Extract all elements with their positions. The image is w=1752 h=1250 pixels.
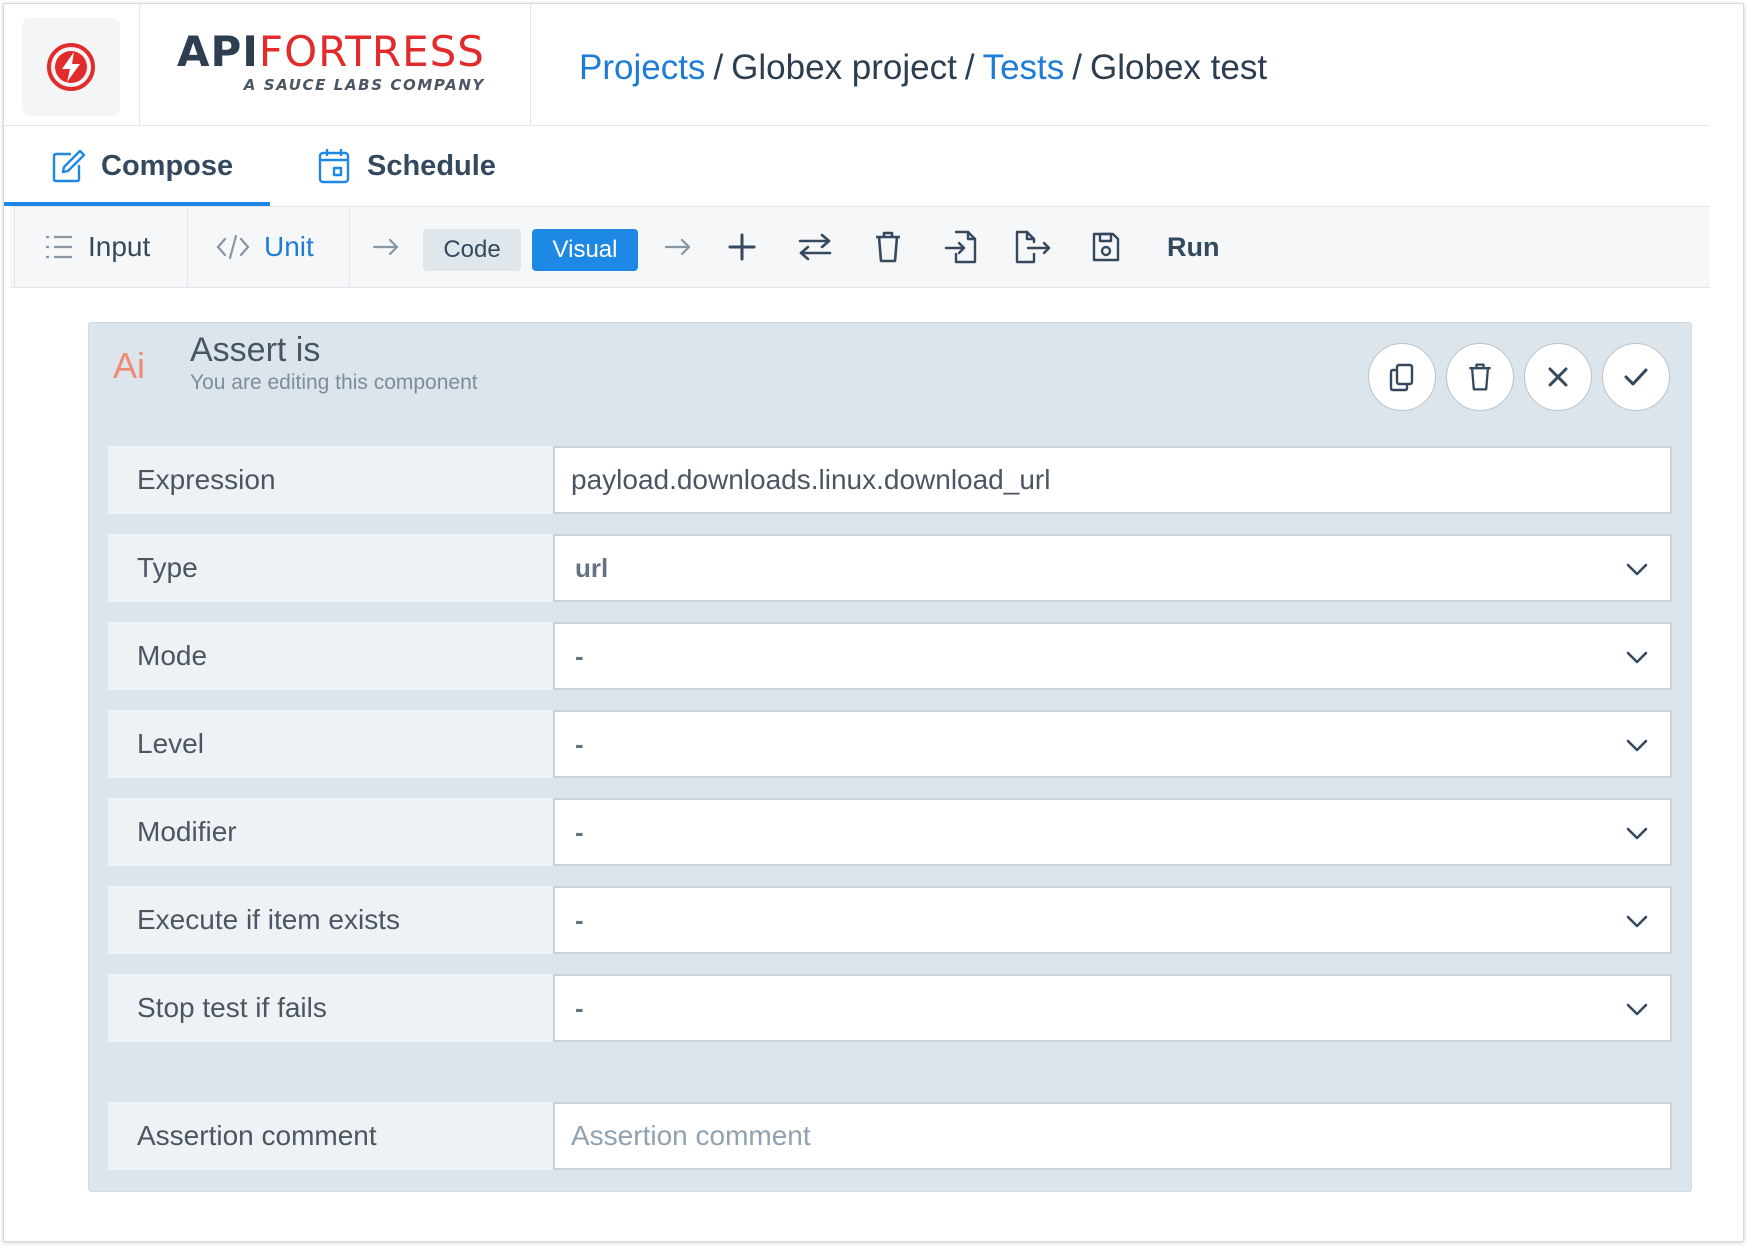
close-icon	[1548, 367, 1568, 387]
code-mode-button[interactable]: Code	[423, 229, 521, 271]
export-icon[interactable]	[1013, 227, 1053, 267]
breadcrumb: Projects / Globex project / Tests / Globex tes…	[579, 46, 1267, 90]
select-value: -	[575, 992, 584, 1023]
logo-icon	[47, 43, 95, 91]
breadcrumb-separator: /	[713, 48, 724, 87]
tab-compose-label: Compose	[101, 149, 234, 182]
code-icon	[216, 234, 250, 260]
brand-tagline: A SAUCE LABS COMPANY	[243, 76, 485, 94]
arrow-right-icon	[366, 227, 406, 267]
breadcrumb-tests[interactable]: Tests	[983, 48, 1065, 87]
unit-button[interactable]: Unit	[216, 207, 314, 287]
input-label: Input	[88, 231, 151, 262]
breadcrumb-test: Globex test	[1090, 48, 1268, 87]
component-editor: Ai Assert is You are editing this compon…	[88, 322, 1692, 1192]
modifier-select[interactable]: -	[553, 798, 1672, 866]
arrow-right-icon	[658, 227, 698, 267]
brand-name-fortress: FORTRESS	[258, 27, 485, 76]
field-execute-if-exists: Execute if item exists -	[108, 886, 1672, 954]
run-button[interactable]: Run	[1167, 207, 1219, 287]
unit-label: Unit	[264, 231, 314, 262]
confirm-button[interactable]	[1602, 343, 1670, 411]
brand-logo: APIFORTRESS A SAUCE LABS COMPANY	[177, 30, 485, 95]
mode-select[interactable]: -	[553, 622, 1672, 690]
field-level: Level -	[108, 710, 1672, 778]
app-window: APIFORTRESS A SAUCE LABS COMPANY Project…	[3, 3, 1744, 1242]
assert-component-icon: Ai	[113, 345, 146, 386]
type-select[interactable]: url	[553, 534, 1672, 602]
select-value: -	[575, 816, 584, 847]
delete-button[interactable]	[1446, 343, 1514, 411]
toolbar-divider	[187, 207, 188, 287]
breadcrumb-projects[interactable]: Projects	[579, 48, 705, 87]
chevron-down-icon	[1626, 1003, 1648, 1016]
visual-mode-button[interactable]: Visual	[532, 229, 638, 271]
cancel-button[interactable]	[1524, 343, 1592, 411]
field-label: Stop test if fails	[108, 974, 553, 1042]
field-label: Type	[108, 534, 553, 602]
edit-icon	[52, 149, 85, 183]
add-icon[interactable]	[722, 227, 762, 267]
check-icon	[1624, 368, 1648, 386]
chevron-down-icon	[1626, 739, 1648, 752]
field-label: Assertion comment	[108, 1102, 553, 1170]
toolbar-divider	[14, 207, 15, 287]
input-button[interactable]: Input	[44, 207, 150, 287]
component-title: Assert is	[190, 331, 321, 369]
select-value: url	[575, 552, 609, 583]
field-modifier: Modifier -	[108, 798, 1672, 866]
toolbar-divider	[349, 207, 350, 287]
select-value: -	[575, 904, 584, 935]
trash-icon[interactable]	[868, 227, 908, 267]
header: APIFORTRESS A SAUCE LABS COMPANY Project…	[4, 4, 1710, 126]
level-select[interactable]: -	[553, 710, 1672, 778]
field-label: Execute if item exists	[108, 886, 553, 954]
tab-bar: Compose Schedule	[4, 126, 1710, 206]
logo-tile[interactable]	[22, 18, 120, 116]
tab-schedule[interactable]: Schedule	[317, 126, 496, 206]
select-value: -	[575, 728, 584, 759]
field-expression: Expression payload.downloads.linux.downl…	[108, 446, 1672, 514]
field-label: Level	[108, 710, 553, 778]
swap-icon[interactable]	[795, 227, 835, 267]
assertion-comment-placeholder: Assertion comment	[571, 1120, 811, 1151]
assertion-comment-input[interactable]: Assertion comment	[553, 1102, 1672, 1170]
chevron-down-icon	[1626, 915, 1648, 928]
execute-if-exists-select[interactable]: -	[553, 886, 1672, 954]
breadcrumb-separator: /	[1072, 48, 1083, 87]
breadcrumb-project: Globex project	[731, 48, 957, 87]
breadcrumb-separator: /	[964, 48, 975, 87]
field-label: Expression	[108, 446, 553, 514]
list-icon	[46, 235, 72, 259]
brand-name-api: API	[177, 27, 259, 76]
copy-button[interactable]	[1368, 343, 1436, 411]
chevron-down-icon	[1626, 651, 1648, 664]
expression-input[interactable]: payload.downloads.linux.download_url	[553, 446, 1672, 514]
field-label: Mode	[108, 622, 553, 690]
copy-icon	[1389, 363, 1414, 392]
trash-icon	[1469, 363, 1491, 391]
brand-name: APIFORTRESS	[177, 30, 485, 74]
field-stop-if-fails: Stop test if fails -	[108, 974, 1672, 1042]
chevron-down-icon	[1626, 827, 1648, 840]
import-icon[interactable]	[941, 227, 981, 267]
field-mode: Mode -	[108, 622, 1672, 690]
calendar-icon	[318, 149, 350, 184]
component-subtitle: You are editing this component	[190, 371, 478, 394]
select-value: -	[575, 640, 584, 671]
header-divider	[139, 4, 140, 125]
save-icon[interactable]	[1086, 227, 1126, 267]
field-type: Type url	[108, 534, 1672, 602]
field-assertion-comment: Assertion comment Assertion comment	[108, 1102, 1672, 1170]
chevron-down-icon	[1626, 563, 1648, 576]
field-label: Modifier	[108, 798, 553, 866]
tab-compose[interactable]: Compose	[4, 126, 270, 206]
stop-if-fails-select[interactable]: -	[553, 974, 1672, 1042]
header-divider	[530, 4, 531, 125]
tab-schedule-label: Schedule	[367, 149, 496, 182]
toolbar: Input Unit Code Visual Run	[10, 206, 1710, 288]
